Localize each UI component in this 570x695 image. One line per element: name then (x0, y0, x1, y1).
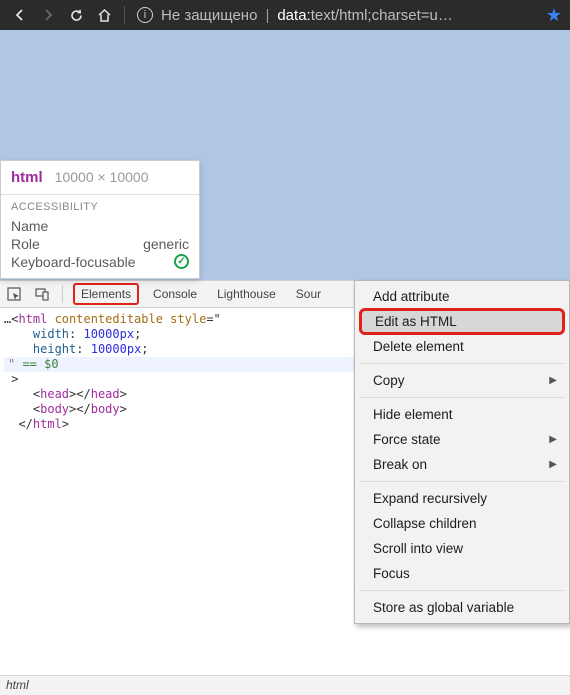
forward-button[interactable] (34, 1, 62, 29)
security-label: Не защищено (161, 7, 257, 24)
menu-separator (359, 363, 565, 364)
menu-separator (359, 481, 565, 482)
reload-button[interactable] (62, 1, 90, 29)
menu-scroll-into-view[interactable]: Scroll into view (357, 536, 567, 561)
menu-break-on[interactable]: Break on▶ (357, 452, 567, 477)
url-text: data:text/html;charset=u… (277, 7, 453, 24)
address-bar[interactable]: i Не защищено | data:text/html;charset=u… (131, 7, 546, 24)
tooltip-dimensions: 10000 × 10000 (55, 169, 149, 185)
menu-force-state[interactable]: Force state▶ (357, 427, 567, 452)
tooltip-role-label: Role (11, 236, 40, 252)
toolbar-separator (124, 6, 125, 24)
breadcrumb[interactable]: html (0, 675, 570, 695)
menu-separator (359, 590, 565, 591)
bookmark-star-icon[interactable]: ★ (546, 5, 562, 26)
menu-store-global[interactable]: Store as global variable (357, 595, 567, 620)
chevron-right-icon: ▶ (549, 375, 557, 386)
menu-focus[interactable]: Focus (357, 561, 567, 586)
back-button[interactable] (6, 1, 34, 29)
tab-console[interactable]: Console (143, 281, 207, 307)
menu-delete-element[interactable]: Delete element (357, 334, 567, 359)
tooltip-section-title: ACCESSIBILITY (1, 201, 199, 217)
tooltip-kf-label: Keyboard-focusable (11, 254, 136, 270)
menu-collapse-children[interactable]: Collapse children (357, 511, 567, 536)
tab-lighthouse[interactable]: Lighthouse (207, 281, 286, 307)
inspect-icon[interactable] (0, 281, 28, 307)
tab-elements[interactable]: Elements (73, 283, 139, 305)
check-icon: ✓ (174, 254, 189, 269)
url-separator: | (265, 7, 269, 24)
chevron-right-icon: ▶ (549, 459, 557, 470)
element-inspector-tooltip: html 10000 × 10000 ACCESSIBILITY Name Ro… (0, 160, 200, 279)
context-menu: Add attribute Edit as HTML Delete elemen… (354, 280, 570, 624)
chevron-right-icon: ▶ (549, 434, 557, 445)
menu-expand-recursively[interactable]: Expand recursively (357, 486, 567, 511)
tab-sources[interactable]: Sour (286, 281, 331, 307)
menu-separator (359, 397, 565, 398)
browser-toolbar: i Не защищено | data:text/html;charset=u… (0, 0, 570, 30)
menu-copy[interactable]: Copy▶ (357, 368, 567, 393)
tab-separator (62, 285, 63, 303)
tooltip-tagname: html (11, 169, 43, 186)
tooltip-name-label: Name (11, 218, 48, 234)
tooltip-separator (1, 194, 199, 195)
menu-hide-element[interactable]: Hide element (357, 402, 567, 427)
page-viewport[interactable]: html 10000 × 10000 ACCESSIBILITY Name Ro… (0, 30, 570, 280)
menu-add-attribute[interactable]: Add attribute (357, 284, 567, 309)
tooltip-role-value: generic (143, 236, 189, 252)
info-icon: i (137, 7, 153, 23)
menu-edit-as-html[interactable]: Edit as HTML (359, 308, 565, 335)
device-toggle-icon[interactable] (28, 281, 56, 307)
home-button[interactable] (90, 1, 118, 29)
